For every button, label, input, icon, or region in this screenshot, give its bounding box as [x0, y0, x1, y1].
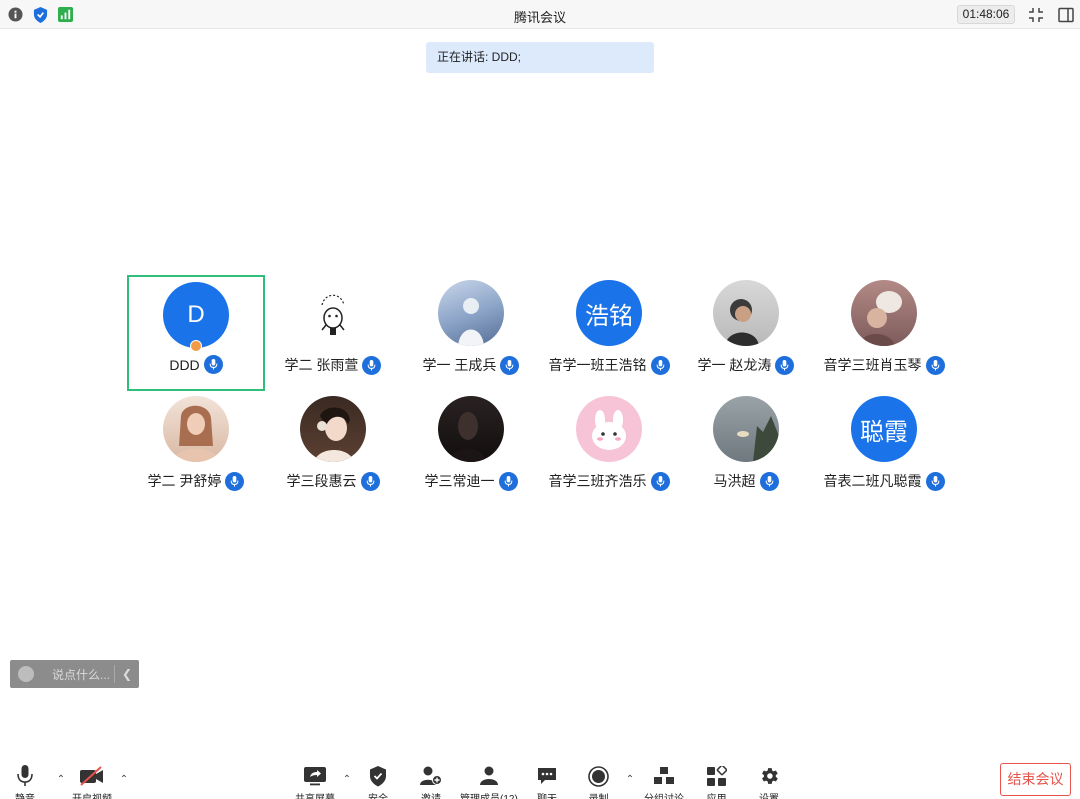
chevron-up-icon[interactable]: ⌃: [624, 775, 636, 785]
emoji-icon[interactable]: [18, 666, 34, 682]
avatar: [300, 280, 366, 346]
participant-tile[interactable]: 聪霞 音表二班凡聪霞: [815, 391, 953, 507]
participant-name: 学二 尹舒婷: [147, 473, 222, 489]
participant-tile[interactable]: 马洪超: [677, 391, 815, 507]
members-label: 管理成员(12): [460, 790, 518, 799]
chevron-up-icon[interactable]: ⌃: [55, 775, 67, 785]
avatar: [851, 280, 917, 346]
microphone-icon: [650, 355, 670, 375]
apps-grid-icon: [706, 765, 727, 787]
mute-label: 静音: [15, 790, 35, 799]
record-label: 录制: [589, 790, 609, 799]
avatar: [300, 396, 366, 462]
avatar: [438, 280, 504, 346]
sidebar-toggle-icon[interactable]: [1056, 5, 1076, 25]
participant-tile[interactable]: 学三常迪一: [402, 391, 540, 507]
microphone-icon: [203, 355, 223, 374]
avatar: [713, 280, 779, 346]
participant-name: 学三常迪一: [424, 473, 495, 489]
record-icon: [588, 765, 609, 787]
apps-label: 应用: [707, 790, 727, 799]
share-screen-label: 共享屏幕: [295, 790, 335, 799]
chevron-left-icon[interactable]: ❮: [115, 667, 139, 681]
participant-tile[interactable]: 学三段惠云: [264, 391, 402, 507]
microphone-icon: [759, 471, 779, 491]
participant-name: 音表二班凡聪霞: [823, 473, 922, 489]
avatar: 聪霞: [851, 396, 917, 462]
settings-label: 设置: [759, 790, 779, 799]
security-button[interactable]: 安全: [368, 765, 388, 799]
host-badge-icon: [190, 340, 202, 352]
chat-quick-input[interactable]: 说点什么... ❮: [10, 660, 139, 688]
share-screen-icon: [303, 765, 327, 787]
chat-label: 聊天: [537, 790, 557, 799]
participant-name: 学二 张雨萱: [284, 357, 359, 373]
microphone-icon: [360, 471, 380, 491]
members-icon: [479, 765, 499, 787]
security-label: 安全: [368, 790, 388, 799]
microphone-icon: [17, 765, 33, 787]
microphone-icon: [925, 355, 945, 375]
shield-icon: [369, 765, 387, 787]
participant-tile[interactable]: 学二 尹舒婷: [127, 391, 265, 507]
avatar: [576, 396, 642, 462]
participant-tile[interactable]: 音学三班肖玉琴: [815, 275, 953, 391]
participant-tile[interactable]: 学一 赵龙涛: [677, 275, 815, 391]
breakout-rooms-icon: [653, 765, 675, 787]
breakout-label: 分组讨论: [644, 790, 684, 799]
title-bar: 腾讯会议 01:48:06: [0, 0, 1080, 29]
participant-name: 学三段惠云: [286, 473, 357, 489]
participant-tile[interactable]: 音学三班齐浩乐: [540, 391, 678, 507]
avatar: [713, 396, 779, 462]
breakout-rooms-button[interactable]: 分组讨论: [644, 765, 684, 799]
chat-placeholder[interactable]: 说点什么...: [52, 666, 114, 683]
participant-tile[interactable]: 学一 王成兵: [402, 275, 540, 391]
avatar: 浩铭: [576, 280, 642, 346]
participant-tile[interactable]: 浩铭 音学一班王浩铭: [540, 275, 678, 391]
video-label: 开启视频: [72, 790, 112, 799]
exit-fullscreen-icon[interactable]: [1026, 5, 1046, 25]
microphone-icon: [500, 355, 520, 375]
window-title: 腾讯会议: [513, 10, 566, 25]
microphone-icon: [775, 355, 795, 375]
end-meeting-button[interactable]: 结束会议: [1000, 763, 1071, 796]
meeting-timer: 01:48:06: [957, 5, 1015, 24]
record-button[interactable]: 录制: [588, 765, 609, 799]
active-speaker-banner: 正在讲话: DDD;: [426, 42, 654, 73]
add-user-icon: [420, 765, 442, 787]
video-off-icon: [79, 765, 105, 787]
gear-icon: [758, 765, 780, 787]
participant-name: 学一 赵龙涛: [697, 357, 772, 373]
manage-members-button[interactable]: 管理成员(12): [460, 765, 518, 799]
settings-button[interactable]: 设置: [758, 765, 780, 799]
invite-label: 邀请: [421, 790, 441, 799]
participant-name: 马洪超: [713, 473, 756, 489]
start-video-button[interactable]: 开启视频: [72, 765, 112, 799]
microphone-icon: [650, 471, 670, 491]
invite-button[interactable]: 邀请: [420, 765, 442, 799]
chevron-up-icon[interactable]: ⌃: [118, 775, 130, 785]
participant-name: 学一 王成兵: [422, 357, 497, 373]
apps-button[interactable]: 应用: [706, 765, 727, 799]
chevron-up-icon[interactable]: ⌃: [341, 775, 353, 785]
avatar: [438, 396, 504, 462]
participant-name: 音学三班齐浩乐: [548, 473, 647, 489]
participant-name: DDD: [169, 356, 200, 373]
microphone-icon: [925, 471, 945, 491]
share-screen-button[interactable]: 共享屏幕: [295, 765, 335, 799]
chat-bubble-icon: [537, 765, 557, 787]
microphone-icon: [498, 471, 518, 491]
mute-button[interactable]: 静音: [15, 765, 35, 799]
participant-name: 音学一班王浩铭: [548, 357, 647, 373]
participant-tile[interactable]: D DDD: [127, 275, 265, 391]
microphone-icon: [362, 355, 382, 375]
microphone-icon: [225, 471, 245, 491]
participant-tile[interactable]: 学二 张雨萱: [264, 275, 402, 391]
participant-name: 音学三班肖玉琴: [823, 357, 922, 373]
avatar: [163, 396, 229, 462]
chat-button[interactable]: 聊天: [537, 765, 557, 799]
avatar: D: [163, 282, 229, 348]
